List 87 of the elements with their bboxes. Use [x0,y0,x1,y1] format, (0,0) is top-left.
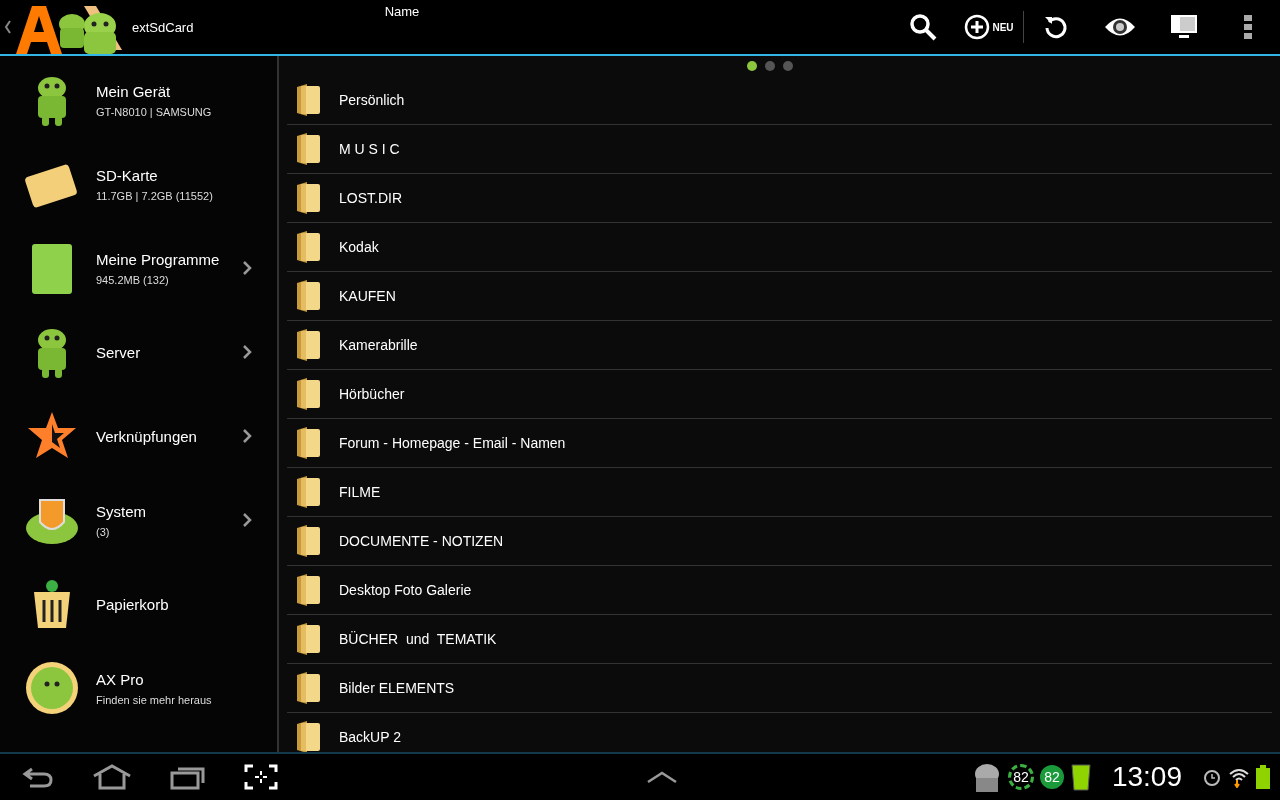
sidebar-item[interactable]: AX Pro Finden sie mehr heraus [0,646,277,730]
refresh-icon [1043,14,1069,40]
folder-icon [295,83,321,117]
sidebar-item-title: SD-Karte [96,166,159,184]
sidebar-item[interactable]: Verknüpfungen [0,394,277,478]
folder-row[interactable]: Kamerabrille [287,321,1272,370]
sidebar-item-title: Meine Programme [96,250,221,268]
sidebar-item-title: AX Pro [96,670,145,688]
folder-name: M U S I C [339,141,400,157]
sidebar-item[interactable]: Server [0,310,277,394]
back-icon[interactable] [22,765,54,789]
folder-name: Desktop Foto Galerie [339,582,472,598]
folder-icon [295,671,321,705]
new-button[interactable]: NEU [955,0,1023,54]
folder-icon [295,279,321,313]
folder-icon [295,181,321,215]
sidebar-item[interactable]: Mein Gerät GT-N8010 | SAMSUNG [0,58,277,142]
folder-name: Kamerabrille [339,337,418,353]
folder-row[interactable]: Kodak [287,223,1272,272]
back-chevron-icon[interactable] [4,20,12,34]
sidebar-item-title: System [96,502,147,520]
sidebar-item[interactable]: Meine Programme 945.2MB (132) [0,226,277,310]
sidebar-item-subtitle: 945.2MB (132) [96,273,170,286]
sidebar-item[interactable]: SD-Karte 11.7GB | 7.2GB (11552) [0,142,277,226]
page-indicator-dot[interactable] [746,61,757,71]
folder-row[interactable]: KAUFEN [287,272,1272,321]
folder-icon [295,230,321,264]
folder-name: Persönlich [339,92,405,108]
alarm-clock-icon [1202,767,1222,787]
menu-icon [1243,14,1253,40]
sidebar-item-subtitle: 11.7GB | 7.2GB (11552) [96,189,214,202]
folder-row[interactable]: Desktop Foto Galerie [287,566,1272,615]
folder-row[interactable]: Persönlich [287,76,1272,125]
folder-name: Hörbücher [339,386,405,402]
folder-name: FILME [339,484,381,500]
folder-icon [295,573,321,607]
folder-row[interactable]: Bilder ELEMENTS [287,664,1272,713]
sidebar-item-title: Server [96,343,142,361]
plus-circle-icon [964,14,991,40]
current-path: extSdCard [132,19,195,35]
sidebar-item-title: Mein Gerät [96,82,172,100]
folder-name: BÜCHER und TEMATIK [339,631,497,647]
folder-icon [295,132,321,166]
folder-name: BackUP 2 [339,729,401,745]
folder-icon [295,524,321,558]
folder-name: LOST.DIR [339,190,402,206]
folder-row[interactable]: M U S I C [287,125,1272,174]
sidebar-item-subtitle: GT-N8010 | SAMSUNG [96,105,213,118]
screenshot-icon[interactable] [244,764,278,790]
sidebar-item-title: Verknüpfungen [96,427,198,445]
folder-name: Forum - Homepage - Email - Namen [339,435,566,451]
folder-row[interactable]: DOCUMENTE - NOTIZEN [287,517,1272,566]
folder-name: Kodak [339,239,379,255]
folder-row[interactable]: BÜCHER und TEMATIK [287,615,1272,664]
sidebar-item-title: Papierkorb [96,595,170,613]
notification-count: 82 [1039,765,1064,789]
folder-icon [295,328,321,362]
clock-time: 13:09 [1111,761,1182,793]
page-indicator-dot[interactable] [782,61,793,71]
folder-row[interactable]: FILME [287,468,1272,517]
sort-dropdown[interactable]: Name [332,0,472,54]
folder-row[interactable]: LOST.DIR [287,174,1272,223]
folder-icon [295,720,321,752]
sidebar-item-subtitle: Finden sie mehr heraus [96,693,213,706]
android-badge-icon [24,660,80,716]
sidebar-item-subtitle: (3) [96,525,111,538]
notification-count: 82 [1007,764,1034,790]
home-icon[interactable] [92,764,132,790]
folder-row[interactable]: Hörbücher [287,370,1272,419]
folder-icon [295,377,321,411]
search-icon [908,12,938,42]
folder-row[interactable]: Forum - Homepage - Email - Namen [287,419,1272,468]
monitor-icon [1170,14,1198,40]
folder-icon [295,475,321,509]
page-indicator-dot[interactable] [764,61,775,71]
eye-icon [1104,16,1136,38]
caret-up-icon[interactable] [646,770,678,784]
folder-icon [295,426,321,460]
folder-icon [295,622,321,656]
battery-icon [1256,765,1270,789]
folder-name: KAUFEN [339,288,396,304]
glass-icon [1069,763,1092,791]
wifi-icon [1228,766,1250,788]
folder-name: Bilder ELEMENTS [339,680,455,696]
sidebar-item[interactable]: Papierkorb [0,562,277,646]
folder-name: DOCUMENTE - NOTIZEN [339,533,504,549]
sidebar-item[interactable]: System (3) [0,478,277,562]
